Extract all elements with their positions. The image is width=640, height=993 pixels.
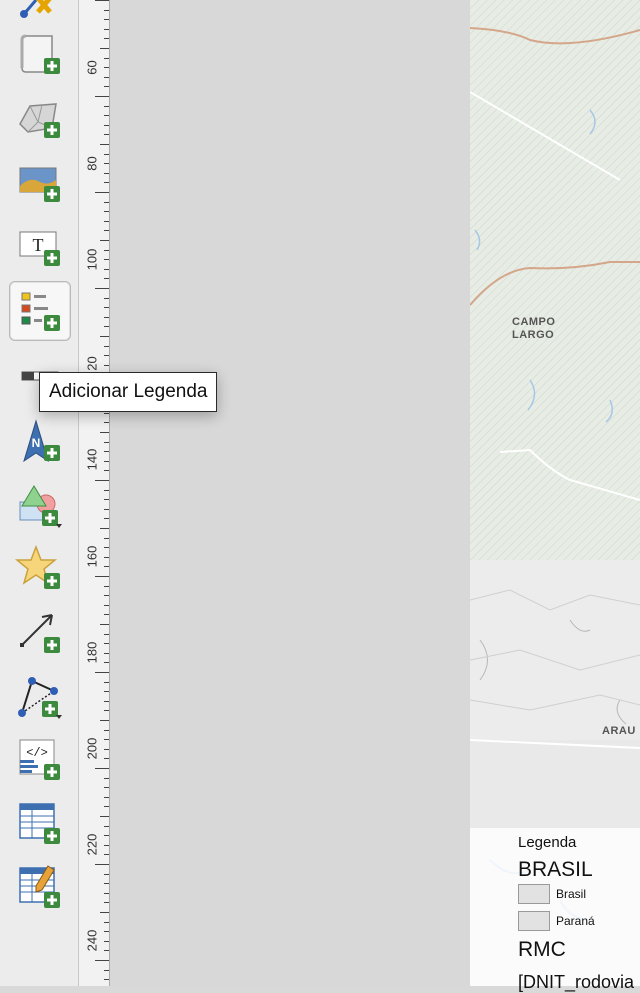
add-map-tool[interactable] (9, 88, 71, 148)
ruler-label: 140 (84, 448, 100, 471)
legend-swatch (518, 911, 550, 931)
polyline-icon (18, 677, 62, 719)
legend-group-dnit: [DNIT_rodovia (518, 972, 635, 992)
arrow-icon (20, 614, 60, 653)
ruler-label: 160 (84, 545, 100, 568)
ruler-label: 180 (84, 641, 100, 664)
legend-title: Legenda (518, 834, 577, 851)
map-label-campo: CAMPO (512, 316, 556, 328)
svg-text:T: T (33, 235, 44, 255)
layout-canvas[interactable] (110, 0, 470, 986)
add-fixed-table-tool[interactable] (9, 858, 71, 918)
legend-group-brasil: BRASIL (518, 858, 593, 881)
add-node-item-tool[interactable] (9, 667, 71, 727)
add-shape-tool[interactable] (9, 476, 71, 536)
page-scroll-icon (20, 34, 60, 74)
ruler-label: 60 (84, 60, 100, 75)
tooltip: Adicionar Legenda (39, 372, 218, 412)
add-label-tool[interactable]: T (9, 216, 71, 276)
star-icon (14, 544, 60, 589)
add-north-arrow-tool[interactable]: N (9, 411, 71, 471)
ruler-label: 100 (84, 248, 100, 271)
add-attribute-table-tool[interactable] (9, 794, 71, 854)
ruler-label: 200 (84, 737, 100, 760)
legend-swatch (518, 884, 550, 904)
add-page-tool[interactable] (9, 24, 71, 84)
add-marker-tool[interactable] (9, 539, 71, 599)
legend-group-rmc: RMC (518, 938, 566, 961)
legend-icon (21, 292, 60, 331)
table-edit-icon (19, 865, 60, 908)
svg-text:</>: </> (26, 746, 48, 760)
map-label-araucaria: ARAU (602, 725, 636, 737)
legend-entry: Paraná (518, 911, 595, 931)
picture-icon (19, 167, 60, 202)
html-icon: </> (19, 739, 60, 780)
vertical-ruler[interactable]: 60 80 100 20 140 160 180 200 220 240 (79, 0, 110, 986)
map-label-largo: LARGO (512, 329, 555, 341)
table-icon (19, 803, 60, 844)
svg-text:N: N (32, 436, 41, 450)
shapes-icon (19, 485, 62, 528)
legend-item[interactable]: Legenda BRASIL Brasil Paraná RMC [DNIT_r… (470, 828, 640, 992)
legend-entry-label: Paraná (556, 914, 595, 928)
ruler-label: 80 (84, 156, 100, 171)
legend-entry-label: Brasil (556, 887, 587, 901)
ruler-label: 240 (84, 929, 100, 952)
add-picture-tool[interactable] (9, 152, 71, 212)
ruler-label: 220 (84, 833, 100, 856)
item-toolbar: T N </> (0, 0, 79, 986)
add-legend-tool[interactable] (9, 281, 71, 341)
add-arrow-tool[interactable] (9, 603, 71, 663)
add-item-tool[interactable] (9, 0, 71, 26)
wand-icon (20, 0, 52, 18)
add-html-tool[interactable]: </> (9, 730, 71, 790)
legend-entry: Brasil (518, 884, 586, 904)
north-arrow-icon: N (23, 419, 60, 463)
map-icon (19, 103, 60, 138)
text-label-icon: T (19, 231, 60, 266)
